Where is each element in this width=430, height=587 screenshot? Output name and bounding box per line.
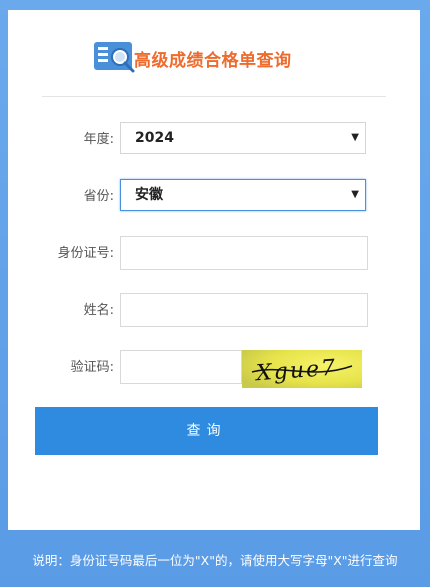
captcha-row: 验证码: Xgue7 xyxy=(8,350,420,388)
id-number-row: 身份证号: xyxy=(8,236,420,272)
captcha-input[interactable] xyxy=(120,350,242,384)
chevron-down-icon: ▼ xyxy=(351,189,359,200)
name-row: 姓名: xyxy=(8,293,420,329)
province-value: 安徽 xyxy=(135,187,163,203)
chevron-down-icon: ▼ xyxy=(351,132,359,143)
footer-note: 说明：身份证号码最后一位为"X"的，请使用大写字母"X"进行查询 xyxy=(32,553,398,568)
name-input[interactable] xyxy=(120,293,368,327)
page-title: 高级成绩合格单查询 xyxy=(134,51,292,71)
year-row: 年度: 2024 ▼ xyxy=(8,122,420,158)
year-label: 年度: xyxy=(83,132,114,147)
year-select[interactable]: 2024 ▼ xyxy=(120,122,366,154)
province-label: 省份: xyxy=(83,189,114,204)
year-value: 2024 xyxy=(135,130,174,146)
captcha-label: 验证码: xyxy=(70,360,114,375)
province-row: 省份: 安徽 ▼ xyxy=(8,179,420,215)
id-number-input[interactable] xyxy=(120,236,368,270)
province-select[interactable]: 安徽 ▼ xyxy=(120,179,366,211)
captcha-image[interactable]: Xgue7 xyxy=(242,350,362,388)
header: 高级成绩合格单查询 xyxy=(8,40,420,76)
name-label: 姓名: xyxy=(83,303,114,318)
divider xyxy=(42,96,386,97)
id-number-label: 身份证号: xyxy=(57,246,114,261)
query-button[interactable]: 查询 xyxy=(35,407,378,455)
document-search-icon xyxy=(94,42,135,73)
